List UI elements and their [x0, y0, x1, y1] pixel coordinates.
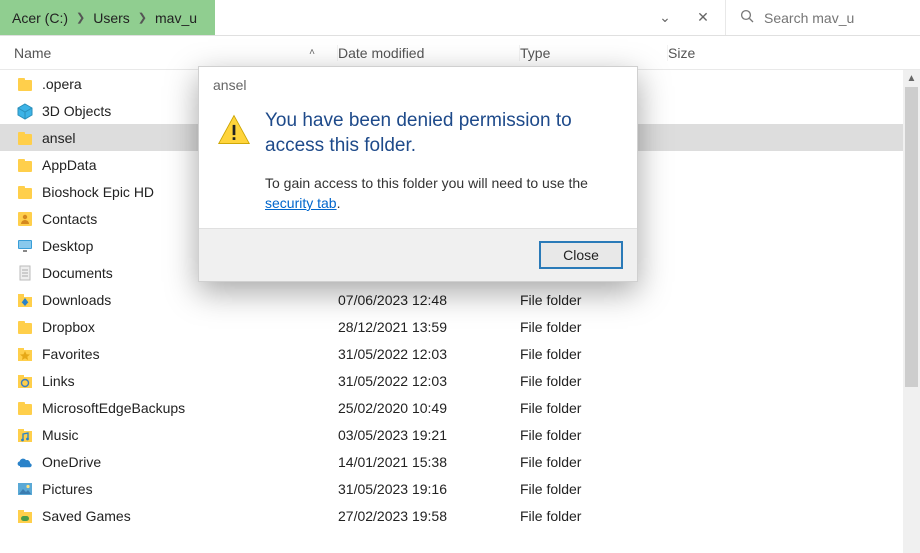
item-type: File folder — [520, 481, 668, 497]
close-button[interactable]: Close — [539, 241, 623, 269]
column-header-size[interactable]: Size — [668, 45, 920, 61]
folder-icon — [16, 399, 34, 417]
list-item[interactable]: Favorites31/05/2022 12:03File folder — [0, 340, 920, 367]
dialog-message-pre: To gain access to this folder you will n… — [265, 175, 588, 191]
folder-icon — [16, 156, 34, 174]
item-name: MicrosoftEdgeBackups — [42, 400, 338, 416]
folder-icon — [16, 426, 34, 444]
list-item[interactable]: MicrosoftEdgeBackups25/02/2020 10:49File… — [0, 394, 920, 421]
item-name: Dropbox — [42, 319, 338, 335]
folder-icon — [16, 129, 34, 147]
chevron-right-icon: ❯ — [138, 11, 147, 24]
dialog-title: ansel — [199, 67, 637, 103]
column-header-type[interactable]: Type — [520, 45, 668, 61]
item-date: 07/06/2023 12:48 — [338, 292, 520, 308]
search-icon — [740, 9, 754, 26]
folder-icon — [16, 102, 34, 120]
folder-icon — [16, 372, 34, 390]
breadcrumb[interactable]: Acer (C:) ❯ Users ❯ mav_u — [0, 0, 215, 35]
dialog-heading: You have been denied permission to acces… — [265, 109, 619, 158]
column-header-name[interactable]: Name ˄ — [0, 45, 338, 61]
item-name: Saved Games — [42, 508, 338, 524]
item-type: File folder — [520, 400, 668, 416]
access-denied-dialog: ansel You have been denied permission to… — [198, 66, 638, 282]
item-name: Links — [42, 373, 338, 389]
folder-icon — [16, 291, 34, 309]
breadcrumb-part-0[interactable]: Acer (C:) — [8, 10, 72, 26]
item-name: Downloads — [42, 292, 338, 308]
item-date: 14/01/2021 15:38 — [338, 454, 520, 470]
folder-icon — [16, 480, 34, 498]
list-item[interactable]: Saved Games27/02/2023 19:58File folder — [0, 502, 920, 529]
column-header-date[interactable]: Date modified — [338, 45, 520, 61]
folder-icon — [16, 210, 34, 228]
scrollbar[interactable]: ▲ — [903, 70, 920, 553]
refresh-close-button[interactable]: ✕ — [685, 4, 721, 32]
search-input[interactable] — [764, 10, 906, 26]
folder-icon — [16, 264, 34, 282]
folder-icon — [16, 318, 34, 336]
address-bar-spacer: ⌄ ✕ — [215, 0, 725, 35]
sort-indicator-icon: ˄ — [309, 47, 315, 58]
folder-icon — [16, 453, 34, 471]
security-tab-link[interactable]: security tab — [265, 195, 337, 211]
folder-icon — [16, 345, 34, 363]
list-item[interactable]: Music03/05/2023 19:21File folder — [0, 421, 920, 448]
item-date: 31/05/2022 12:03 — [338, 373, 520, 389]
item-name: Pictures — [42, 481, 338, 497]
item-type: File folder — [520, 508, 668, 524]
history-dropdown-button[interactable]: ⌄ — [647, 4, 683, 32]
chevron-right-icon: ❯ — [76, 11, 85, 24]
folder-icon — [16, 507, 34, 525]
scroll-up-button[interactable]: ▲ — [903, 70, 920, 87]
breadcrumb-part-2[interactable]: mav_u — [151, 10, 201, 26]
scroll-thumb[interactable] — [905, 87, 918, 387]
item-type: File folder — [520, 346, 668, 362]
item-date: 31/05/2022 12:03 — [338, 346, 520, 362]
item-date: 27/02/2023 19:58 — [338, 508, 520, 524]
dialog-message-post: . — [337, 195, 341, 211]
item-type: File folder — [520, 373, 668, 389]
item-type: File folder — [520, 454, 668, 470]
item-name: Favorites — [42, 346, 338, 362]
folder-icon — [16, 237, 34, 255]
folder-icon — [16, 75, 34, 93]
dialog-message: To gain access to this folder you will n… — [265, 174, 619, 213]
item-date: 25/02/2020 10:49 — [338, 400, 520, 416]
item-type: File folder — [520, 292, 668, 308]
column-header-name-label: Name — [14, 45, 51, 61]
item-name: OneDrive — [42, 454, 338, 470]
breadcrumb-part-1[interactable]: Users — [89, 10, 134, 26]
dialog-footer: Close — [199, 228, 637, 281]
list-item[interactable]: Dropbox28/12/2021 13:59File folder — [0, 313, 920, 340]
list-item[interactable]: OneDrive14/01/2021 15:38File folder — [0, 448, 920, 475]
item-date: 28/12/2021 13:59 — [338, 319, 520, 335]
list-item[interactable]: Pictures31/05/2023 19:16File folder — [0, 475, 920, 502]
folder-icon — [16, 183, 34, 201]
item-type: File folder — [520, 319, 668, 335]
item-date: 03/05/2023 19:21 — [338, 427, 520, 443]
column-headers: Name ˄ Date modified Type Size — [0, 36, 920, 70]
address-bar: Acer (C:) ❯ Users ❯ mav_u ⌄ ✕ — [0, 0, 920, 36]
item-name: Music — [42, 427, 338, 443]
item-date: 31/05/2023 19:16 — [338, 481, 520, 497]
warning-icon — [217, 113, 251, 147]
search-box[interactable] — [725, 0, 920, 35]
list-item[interactable]: Links31/05/2022 12:03File folder — [0, 367, 920, 394]
item-type: File folder — [520, 427, 668, 443]
list-item[interactable]: Downloads07/06/2023 12:48File folder — [0, 286, 920, 313]
